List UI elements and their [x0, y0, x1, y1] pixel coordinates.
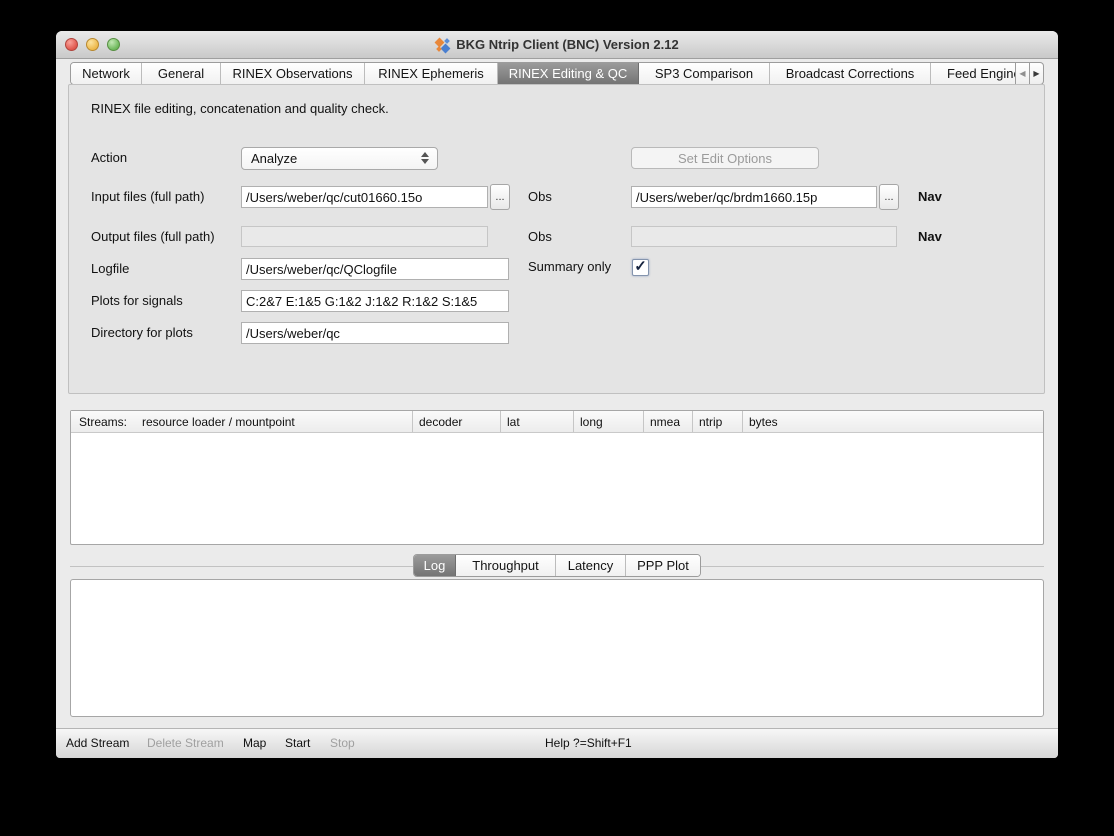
tab-rinex-observations[interactable]: RINEX Observations [221, 63, 365, 84]
tab-general[interactable]: General [142, 63, 221, 84]
action-dropdown-value: Analyze [251, 151, 297, 166]
obs-label-1: Obs [528, 186, 552, 208]
action-dropdown[interactable]: Analyze [241, 147, 438, 170]
bottom-toolbar: Add Stream Delete Stream Map Start Stop … [56, 728, 1058, 758]
input-files-nav-browse-button[interactable]: ... [879, 184, 899, 210]
col-lat[interactable]: lat [500, 411, 573, 432]
tab-throughput[interactable]: Throughput [456, 555, 556, 576]
input-files-nav-field[interactable] [631, 186, 877, 208]
tab-scroll-buttons: ◀ ▶ [1016, 62, 1044, 85]
add-stream-button[interactable]: Add Stream [66, 729, 129, 758]
input-files-obs-field[interactable] [241, 186, 488, 208]
help-shortcut-label: Help ?=Shift+F1 [545, 729, 632, 758]
tab-network[interactable]: Network [71, 63, 142, 84]
streams-table: Streams: resource loader / mountpoint de… [70, 410, 1044, 545]
dropdown-arrows-icon [421, 152, 429, 164]
tab-log[interactable]: Log [414, 555, 456, 576]
logfile-label: Logfile [91, 258, 129, 280]
plots-for-signals-field[interactable] [241, 290, 509, 312]
col-decoder[interactable]: decoder [412, 411, 500, 432]
input-files-label: Input files (full path) [91, 186, 204, 208]
window-controls [65, 38, 120, 51]
tab-rinex-editing-qc[interactable]: RINEX Editing & QC [498, 63, 639, 84]
tab-scroll-left-icon[interactable]: ◀ [1016, 62, 1030, 85]
stop-button: Stop [330, 729, 355, 758]
start-button[interactable]: Start [285, 729, 310, 758]
streams-table-body[interactable] [71, 433, 1043, 545]
tab-broadcast-corrections[interactable]: Broadcast Corrections [770, 63, 931, 84]
bnc-app-icon [435, 37, 451, 53]
nav-label-1: Nav [918, 186, 942, 208]
app-window: BKG Ntrip Client (BNC) Version 2.12 Netw… [56, 31, 1058, 758]
map-button[interactable]: Map [243, 729, 266, 758]
directory-for-plots-label: Directory for plots [91, 322, 193, 344]
tab-scroll-right-icon[interactable]: ▶ [1030, 62, 1044, 85]
summary-only-checkbox[interactable]: ✓ [632, 259, 649, 276]
obs-label-2: Obs [528, 226, 552, 248]
directory-for-plots-field[interactable] [241, 322, 509, 344]
tab-sp3-comparison[interactable]: SP3 Comparison [639, 63, 770, 84]
tab-ppp-plot[interactable]: PPP Plot [626, 555, 700, 576]
window-title-text: BKG Ntrip Client (BNC) Version 2.12 [456, 37, 678, 52]
summary-only-label: Summary only [528, 256, 611, 278]
main-tabs: Network General RINEX Observations RINEX… [70, 62, 1016, 85]
streams-label: Streams: [79, 415, 127, 429]
main-tab-bar: Network General RINEX Observations RINEX… [70, 62, 1044, 85]
streams-header-mountpoint[interactable]: Streams: resource loader / mountpoint [71, 411, 412, 432]
col-ntrip[interactable]: ntrip [692, 411, 742, 432]
action-label: Action [91, 147, 127, 169]
tab-latency[interactable]: Latency [556, 555, 626, 576]
zoom-button[interactable] [107, 38, 120, 51]
rinex-editing-panel: RINEX file editing, concatenation and qu… [68, 84, 1045, 394]
col-nmea[interactable]: nmea [643, 411, 692, 432]
title-bar[interactable]: BKG Ntrip Client (BNC) Version 2.12 [56, 31, 1058, 59]
col-bytes[interactable]: bytes [742, 411, 1043, 432]
delete-stream-button: Delete Stream [147, 729, 224, 758]
col-long[interactable]: long [573, 411, 643, 432]
set-edit-options-button: Set Edit Options [631, 147, 819, 169]
tab-rinex-ephemeris[interactable]: RINEX Ephemeris [365, 63, 498, 84]
tab-feed-engine[interactable]: Feed Engine [931, 63, 1016, 84]
checkmark-icon: ✓ [634, 259, 647, 274]
output-files-nav-field [631, 226, 897, 247]
output-files-obs-field [241, 226, 488, 247]
nav-label-2: Nav [918, 226, 942, 248]
logfile-field[interactable] [241, 258, 509, 280]
window-title: BKG Ntrip Client (BNC) Version 2.12 [435, 37, 678, 53]
panel-description: RINEX file editing, concatenation and qu… [91, 101, 389, 116]
col-mountpoint: resource loader / mountpoint [142, 415, 295, 429]
minimize-button[interactable] [86, 38, 99, 51]
bottom-tab-bar: Log Throughput Latency PPP Plot [413, 554, 701, 577]
input-files-obs-browse-button[interactable]: ... [490, 184, 510, 210]
streams-table-header: Streams: resource loader / mountpoint de… [71, 411, 1043, 433]
log-output-area[interactable] [70, 579, 1044, 717]
plots-for-signals-label: Plots for signals [91, 290, 183, 312]
output-files-label: Output files (full path) [91, 226, 215, 248]
close-button[interactable] [65, 38, 78, 51]
